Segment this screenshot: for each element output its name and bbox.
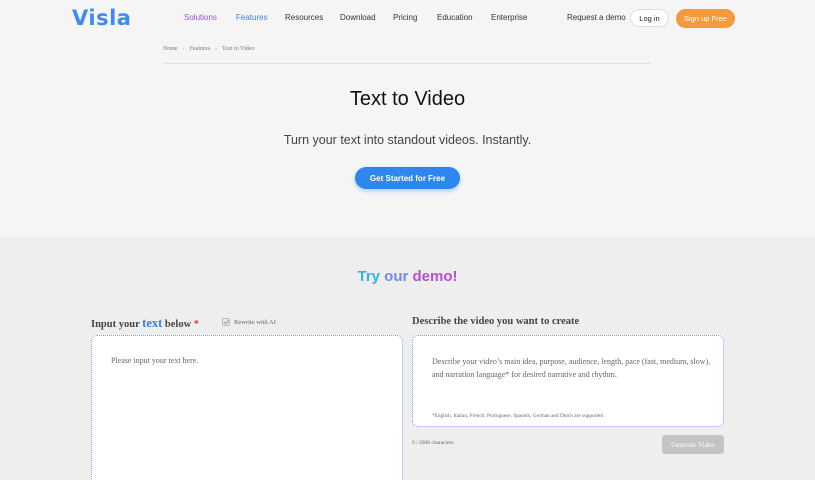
breadcrumb-separator: › [215, 46, 217, 52]
visla-logo[interactable]: Visla [72, 6, 131, 30]
breadcrumb-current: Text to Video [222, 46, 255, 52]
describe-video-input[interactable]: Describe your video’s main idea, purpose… [412, 335, 724, 427]
breadcrumb-separator: › [182, 46, 185, 52]
get-started-button[interactable]: Get Started for Free [355, 167, 460, 189]
page-subtitle: Turn your text into standout videos. Ins… [283, 133, 532, 147]
describe-placeholder: Describe your video’s main idea, purpose… [432, 357, 711, 379]
nav-enterprise[interactable]: Enterprise [491, 13, 527, 22]
input-label-keyword: text [142, 316, 163, 330]
required-mark: * [193, 319, 200, 330]
text-input-placeholder: Please input your text here. [111, 356, 199, 365]
nav-pricing[interactable]: Pricing [393, 13, 417, 22]
breadcrumb: Home › Features › Text to Video [163, 46, 254, 52]
demo-title-try: Try [357, 268, 380, 285]
request-demo-link[interactable]: Request a demo [567, 13, 626, 22]
demo-title-demo: demo! [412, 268, 458, 285]
login-button[interactable]: Log in [630, 9, 669, 27]
language-note: *English, Italian, French, Portuguese, S… [432, 413, 603, 419]
generate-video-button[interactable]: Generate Video [662, 435, 724, 454]
rewrite-label: Rewrite with AI [234, 318, 276, 326]
breadcrumb-home[interactable]: Home [163, 46, 178, 52]
signup-button[interactable]: Sign up Free [676, 9, 735, 28]
nav-education[interactable]: Education [437, 13, 473, 22]
page-title: Text to Video [349, 88, 466, 110]
nav-features[interactable]: Features [236, 13, 268, 22]
breadcrumb-features[interactable]: Features [190, 46, 210, 52]
text-input-area[interactable]: Please input your text here. [91, 335, 403, 480]
input-label-prefix: Input your [91, 319, 140, 330]
breadcrumb-divider [163, 63, 651, 64]
demo-title-our: our [384, 268, 409, 285]
input-text-label: Input your text below * [91, 316, 199, 331]
demo-title: Try our demo! [0, 268, 815, 285]
nav-download[interactable]: Download [340, 13, 376, 22]
nav-solutions[interactable]: Solutions [184, 13, 217, 22]
rewrite-with-ai-toggle[interactable]: Rewrite with AI [222, 318, 276, 326]
rewrite-checkbox[interactable] [222, 318, 230, 326]
nav-resources[interactable]: Resources [285, 13, 323, 22]
site-header: Visla Solutions Features Resources Downl… [0, 0, 815, 37]
character-count: 0 / 2000 characters [412, 440, 454, 446]
describe-video-label: Describe the video you want to create [412, 316, 580, 327]
input-label-suffix: below [164, 319, 192, 330]
